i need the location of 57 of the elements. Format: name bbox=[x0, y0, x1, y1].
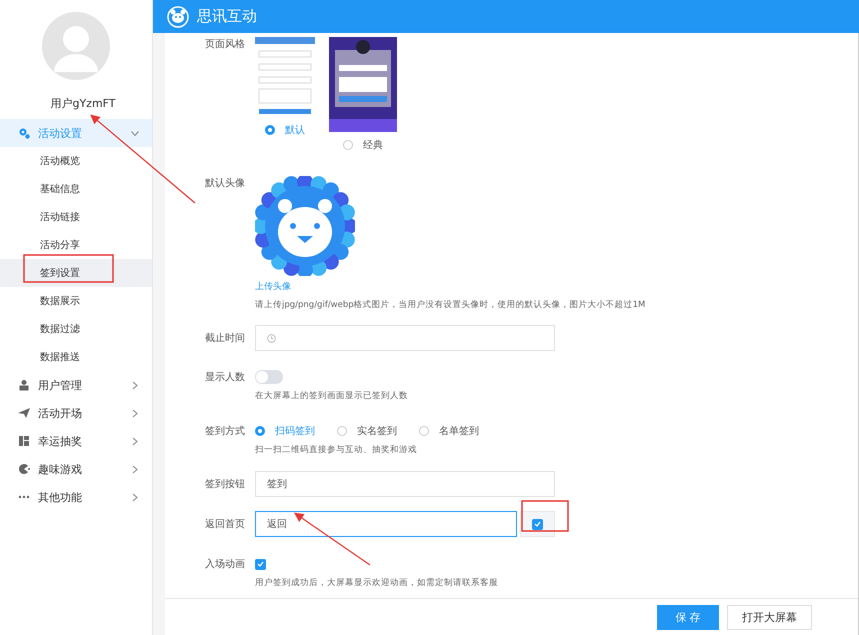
radio-button[interactable] bbox=[337, 426, 347, 436]
field-label: 截止时间 bbox=[205, 332, 246, 345]
menu-item[interactable]: 用户管理 bbox=[0, 371, 152, 399]
menu-item[interactable]: 活动开场 bbox=[0, 399, 152, 427]
paper-plane-icon bbox=[18, 407, 30, 419]
clock-icon bbox=[267, 334, 276, 342]
field-label: 显示人数 bbox=[205, 371, 246, 384]
field-label: 签到方式 bbox=[205, 424, 246, 438]
radio-label: 默认 bbox=[285, 124, 305, 137]
field-label: 返回首页 bbox=[205, 518, 246, 531]
chevron-icon bbox=[132, 492, 138, 502]
hint-text: 请上传jpg/png/gif/webp格式图片，当用户没有设置头像时，使用的默认头像，图片大小不超过1M bbox=[255, 299, 646, 311]
radio-button[interactable] bbox=[419, 426, 429, 436]
radio-option[interactable]: 经典 bbox=[343, 138, 383, 152]
radio-button[interactable] bbox=[265, 125, 275, 135]
chevron-icon bbox=[132, 380, 138, 390]
highlight-box bbox=[521, 500, 569, 532]
open-screen-button[interactable]: 打开大屏幕 bbox=[727, 604, 812, 630]
time-input-field[interactable] bbox=[255, 325, 555, 351]
bear-logo-icon bbox=[167, 6, 189, 28]
avatar-placeholder bbox=[42, 12, 110, 80]
menu-item[interactable]: 幸运抽奖 bbox=[0, 427, 152, 455]
field-label: 签到按钮 bbox=[205, 478, 246, 491]
hint-text: 扫一扫二维码直接参与互动、抽奖和游戏 bbox=[255, 444, 418, 456]
submenu-item[interactable]: 活动分享 bbox=[0, 231, 152, 259]
submenu-item[interactable]: 活动链接 bbox=[0, 203, 152, 231]
menu-item[interactable]: 其他功能 bbox=[0, 483, 152, 511]
chevron-icon bbox=[130, 130, 140, 136]
radio-button[interactable] bbox=[255, 426, 265, 436]
submenu-item[interactable]: 基础信息 bbox=[0, 175, 152, 203]
menu-item[interactable]: 趣味游戏 bbox=[0, 455, 152, 483]
submenu-item[interactable]: 数据过滤 bbox=[0, 315, 152, 343]
radio-label[interactable]: 实名签到 bbox=[357, 424, 397, 438]
game-icon bbox=[18, 463, 30, 475]
hint-text: 在大屏幕上的签到画面显示已签到人数 bbox=[255, 390, 409, 402]
submenu-item[interactable]: 签到设置 bbox=[0, 259, 152, 287]
radio-label[interactable]: 名单签到 bbox=[439, 424, 479, 438]
radio-label: 经典 bbox=[363, 138, 383, 152]
hint-text: 用户签到成功后，大屏幕显示欢迎动画，如需定制请联系客服 bbox=[255, 577, 499, 589]
submenu-item[interactable]: 数据推送 bbox=[0, 343, 152, 371]
chevron-icon bbox=[132, 464, 138, 474]
submenu-item[interactable]: 活动概览 bbox=[0, 147, 152, 175]
field-label: 入场动画 bbox=[205, 558, 246, 571]
chevron-icon bbox=[132, 436, 138, 446]
checkbox[interactable] bbox=[532, 518, 543, 530]
text-input-field[interactable]: 返回 bbox=[255, 511, 517, 537]
toggle-switch[interactable] bbox=[255, 370, 283, 384]
chevron-icon bbox=[132, 408, 138, 418]
field-label: 默认头像 bbox=[205, 176, 246, 190]
radio-button[interactable] bbox=[343, 140, 353, 150]
app-title: 思讯互动 bbox=[197, 7, 257, 26]
user-name: 用户gYzmFT bbox=[49, 96, 117, 111]
submenu-item[interactable]: 数据展示 bbox=[0, 287, 152, 315]
checkbox[interactable] bbox=[255, 558, 266, 570]
text-input-field[interactable]: 签到 bbox=[255, 471, 555, 497]
gears-icon bbox=[18, 127, 30, 139]
field-label: 页面风格 bbox=[205, 38, 246, 51]
